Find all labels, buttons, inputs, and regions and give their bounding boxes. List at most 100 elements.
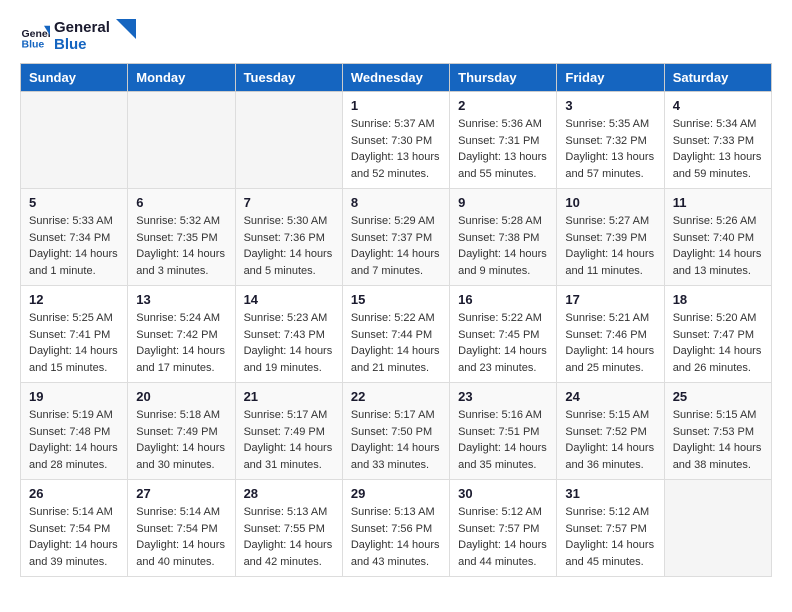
day-detail: Sunrise: 5:15 AMSunset: 7:53 PMDaylight:… [673, 407, 763, 473]
calendar-day-cell: 25 Sunrise: 5:15 AMSunset: 7:53 PMDayligh… [664, 383, 771, 480]
calendar-day-cell: 21 Sunrise: 5:17 AMSunset: 7:49 PMDayligh… [235, 383, 342, 480]
calendar-day-cell [21, 92, 128, 189]
day-detail: Sunrise: 5:13 AMSunset: 7:55 PMDaylight:… [244, 504, 334, 570]
day-detail: Sunrise: 5:19 AMSunset: 7:48 PMDaylight:… [29, 407, 119, 473]
calendar-day-cell: 23 Sunrise: 5:16 AMSunset: 7:51 PMDayligh… [450, 383, 557, 480]
day-number: 28 [244, 486, 334, 501]
svg-text:Blue: Blue [22, 38, 45, 50]
calendar-day-cell: 10Sunrise: 5:27 AMSunset: 7:39 PMDayligh… [557, 189, 664, 286]
day-number: 18 [673, 292, 763, 307]
day-detail: Sunrise: 5:21 AMSunset: 7:46 PMDaylight:… [565, 310, 655, 376]
calendar-day-cell: 27Sunrise: 5:14 AMSunset: 7:54 PMDayligh… [128, 480, 235, 577]
day-number: 16 [458, 292, 548, 307]
calendar-day-cell [664, 480, 771, 577]
day-number: 24 [565, 389, 655, 404]
day-of-week-header: Thursday [450, 64, 557, 92]
day-detail: Sunrise: 5:34 AMSunset: 7:33 PMDaylight:… [673, 116, 763, 182]
page-header: General Blue General Blue [20, 20, 772, 53]
day-number: 8 [351, 195, 441, 210]
day-number: 25 [673, 389, 763, 404]
day-number: 17 [565, 292, 655, 307]
day-number: 11 [673, 195, 763, 210]
day-number: 9 [458, 195, 548, 210]
day-number: 1 [351, 98, 441, 113]
calendar-day-cell: 13 Sunrise: 5:24 AMSunset: 7:42 PMDayligh… [128, 286, 235, 383]
day-number: 27 [136, 486, 226, 501]
calendar-day-cell: 20 Sunrise: 5:18 AMSunset: 7:49 PMDayligh… [128, 383, 235, 480]
day-number: 26 [29, 486, 119, 501]
day-detail: Sunrise: 5:32 AMSunset: 7:35 PMDaylight:… [136, 213, 226, 279]
day-detail: Sunrise: 5:23 AMSunset: 7:43 PMDaylight:… [244, 310, 334, 376]
calendar-day-cell: 24 Sunrise: 5:15 AMSunset: 7:52 PMDayligh… [557, 383, 664, 480]
day-number: 23 [458, 389, 548, 404]
day-detail: Sunrise: 5:12 AMSunset: 7:57 PMDaylight:… [565, 504, 655, 570]
calendar-week-row: 12Sunrise: 5:25 AMSunset: 7:41 PMDayligh… [21, 286, 772, 383]
day-number: 15 [351, 292, 441, 307]
calendar-week-row: 5 Sunrise: 5:33 AMSunset: 7:34 PMDaylight… [21, 189, 772, 286]
day-number: 3 [565, 98, 655, 113]
day-of-week-header: Monday [128, 64, 235, 92]
calendar-day-cell: 2Sunrise: 5:36 AMSunset: 7:31 PMDaylight… [450, 92, 557, 189]
day-detail: Sunrise: 5:15 AMSunset: 7:52 PMDaylight:… [565, 407, 655, 473]
day-detail: Sunrise: 5:18 AMSunset: 7:49 PMDaylight:… [136, 407, 226, 473]
calendar-day-cell: 8Sunrise: 5:29 AMSunset: 7:37 PMDaylight… [342, 189, 449, 286]
day-detail: Sunrise: 5:36 AMSunset: 7:31 PMDaylight:… [458, 116, 548, 182]
day-number: 7 [244, 195, 334, 210]
calendar-day-cell: 1Sunrise: 5:37 AMSunset: 7:30 PMDaylight… [342, 92, 449, 189]
calendar-day-cell: 5 Sunrise: 5:33 AMSunset: 7:34 PMDaylight… [21, 189, 128, 286]
day-number: 4 [673, 98, 763, 113]
day-of-week-header: Saturday [664, 64, 771, 92]
calendar-day-cell: 3 Sunrise: 5:35 AMSunset: 7:32 PMDaylight… [557, 92, 664, 189]
day-detail: Sunrise: 5:13 AMSunset: 7:56 PMDaylight:… [351, 504, 441, 570]
calendar-day-cell: 16 Sunrise: 5:22 AMSunset: 7:45 PMDayligh… [450, 286, 557, 383]
logo: General Blue General Blue [20, 20, 136, 53]
day-detail: Sunrise: 5:35 AMSunset: 7:32 PMDaylight:… [565, 116, 655, 182]
day-detail: Sunrise: 5:17 AMSunset: 7:50 PMDaylight:… [351, 407, 441, 473]
calendar-day-cell [235, 92, 342, 189]
calendar-day-cell: 18Sunrise: 5:20 AMSunset: 7:47 PMDayligh… [664, 286, 771, 383]
day-number: 31 [565, 486, 655, 501]
day-of-week-header: Wednesday [342, 64, 449, 92]
day-detail: Sunrise: 5:24 AMSunset: 7:42 PMDaylight:… [136, 310, 226, 376]
day-detail: Sunrise: 5:22 AMSunset: 7:45 PMDaylight:… [458, 310, 548, 376]
calendar-day-cell: 26 Sunrise: 5:14 AMSunset: 7:54 PMDayligh… [21, 480, 128, 577]
calendar-day-cell: 30Sunrise: 5:12 AMSunset: 7:57 PMDayligh… [450, 480, 557, 577]
day-of-week-header: Friday [557, 64, 664, 92]
day-number: 20 [136, 389, 226, 404]
calendar-day-cell: 9 Sunrise: 5:28 AMSunset: 7:38 PMDaylight… [450, 189, 557, 286]
day-number: 22 [351, 389, 441, 404]
calendar-day-cell: 31 Sunrise: 5:12 AMSunset: 7:57 PMDayligh… [557, 480, 664, 577]
logo-icon: General Blue [20, 22, 50, 52]
day-detail: Sunrise: 5:17 AMSunset: 7:49 PMDaylight:… [244, 407, 334, 473]
calendar-header-row: SundayMondayTuesdayWednesdayThursdayFrid… [21, 64, 772, 92]
calendar-day-cell: 28 Sunrise: 5:13 AMSunset: 7:55 PMDayligh… [235, 480, 342, 577]
calendar-week-row: 26 Sunrise: 5:14 AMSunset: 7:54 PMDayligh… [21, 480, 772, 577]
calendar-day-cell: 17 Sunrise: 5:21 AMSunset: 7:46 PMDayligh… [557, 286, 664, 383]
day-detail: Sunrise: 5:30 AMSunset: 7:36 PMDaylight:… [244, 213, 334, 279]
day-detail: Sunrise: 5:12 AMSunset: 7:57 PMDaylight:… [458, 504, 548, 570]
day-detail: Sunrise: 5:26 AMSunset: 7:40 PMDaylight:… [673, 213, 763, 279]
calendar-day-cell: 4 Sunrise: 5:34 AMSunset: 7:33 PMDaylight… [664, 92, 771, 189]
day-number: 5 [29, 195, 119, 210]
calendar-day-cell: 7 Sunrise: 5:30 AMSunset: 7:36 PMDaylight… [235, 189, 342, 286]
calendar-day-cell: 14 Sunrise: 5:23 AMSunset: 7:43 PMDayligh… [235, 286, 342, 383]
calendar-day-cell: 19Sunrise: 5:19 AMSunset: 7:48 PMDayligh… [21, 383, 128, 480]
day-number: 10 [565, 195, 655, 210]
calendar-day-cell [128, 92, 235, 189]
day-detail: Sunrise: 5:22 AMSunset: 7:44 PMDaylight:… [351, 310, 441, 376]
logo-arrow-icon [116, 19, 136, 44]
day-number: 21 [244, 389, 334, 404]
calendar-table: SundayMondayTuesdayWednesdayThursdayFrid… [20, 63, 772, 577]
day-detail: Sunrise: 5:28 AMSunset: 7:38 PMDaylight:… [458, 213, 548, 279]
logo-blue: Blue [54, 37, 110, 54]
day-detail: Sunrise: 5:14 AMSunset: 7:54 PMDaylight:… [29, 504, 119, 570]
day-detail: Sunrise: 5:25 AMSunset: 7:41 PMDaylight:… [29, 310, 119, 376]
calendar-day-cell: 22 Sunrise: 5:17 AMSunset: 7:50 PMDayligh… [342, 383, 449, 480]
calendar-week-row: 19Sunrise: 5:19 AMSunset: 7:48 PMDayligh… [21, 383, 772, 480]
logo-general: General [54, 20, 110, 37]
day-number: 14 [244, 292, 334, 307]
day-detail: Sunrise: 5:33 AMSunset: 7:34 PMDaylight:… [29, 213, 119, 279]
calendar-day-cell: 15 Sunrise: 5:22 AMSunset: 7:44 PMDayligh… [342, 286, 449, 383]
day-detail: Sunrise: 5:16 AMSunset: 7:51 PMDaylight:… [458, 407, 548, 473]
day-number: 13 [136, 292, 226, 307]
